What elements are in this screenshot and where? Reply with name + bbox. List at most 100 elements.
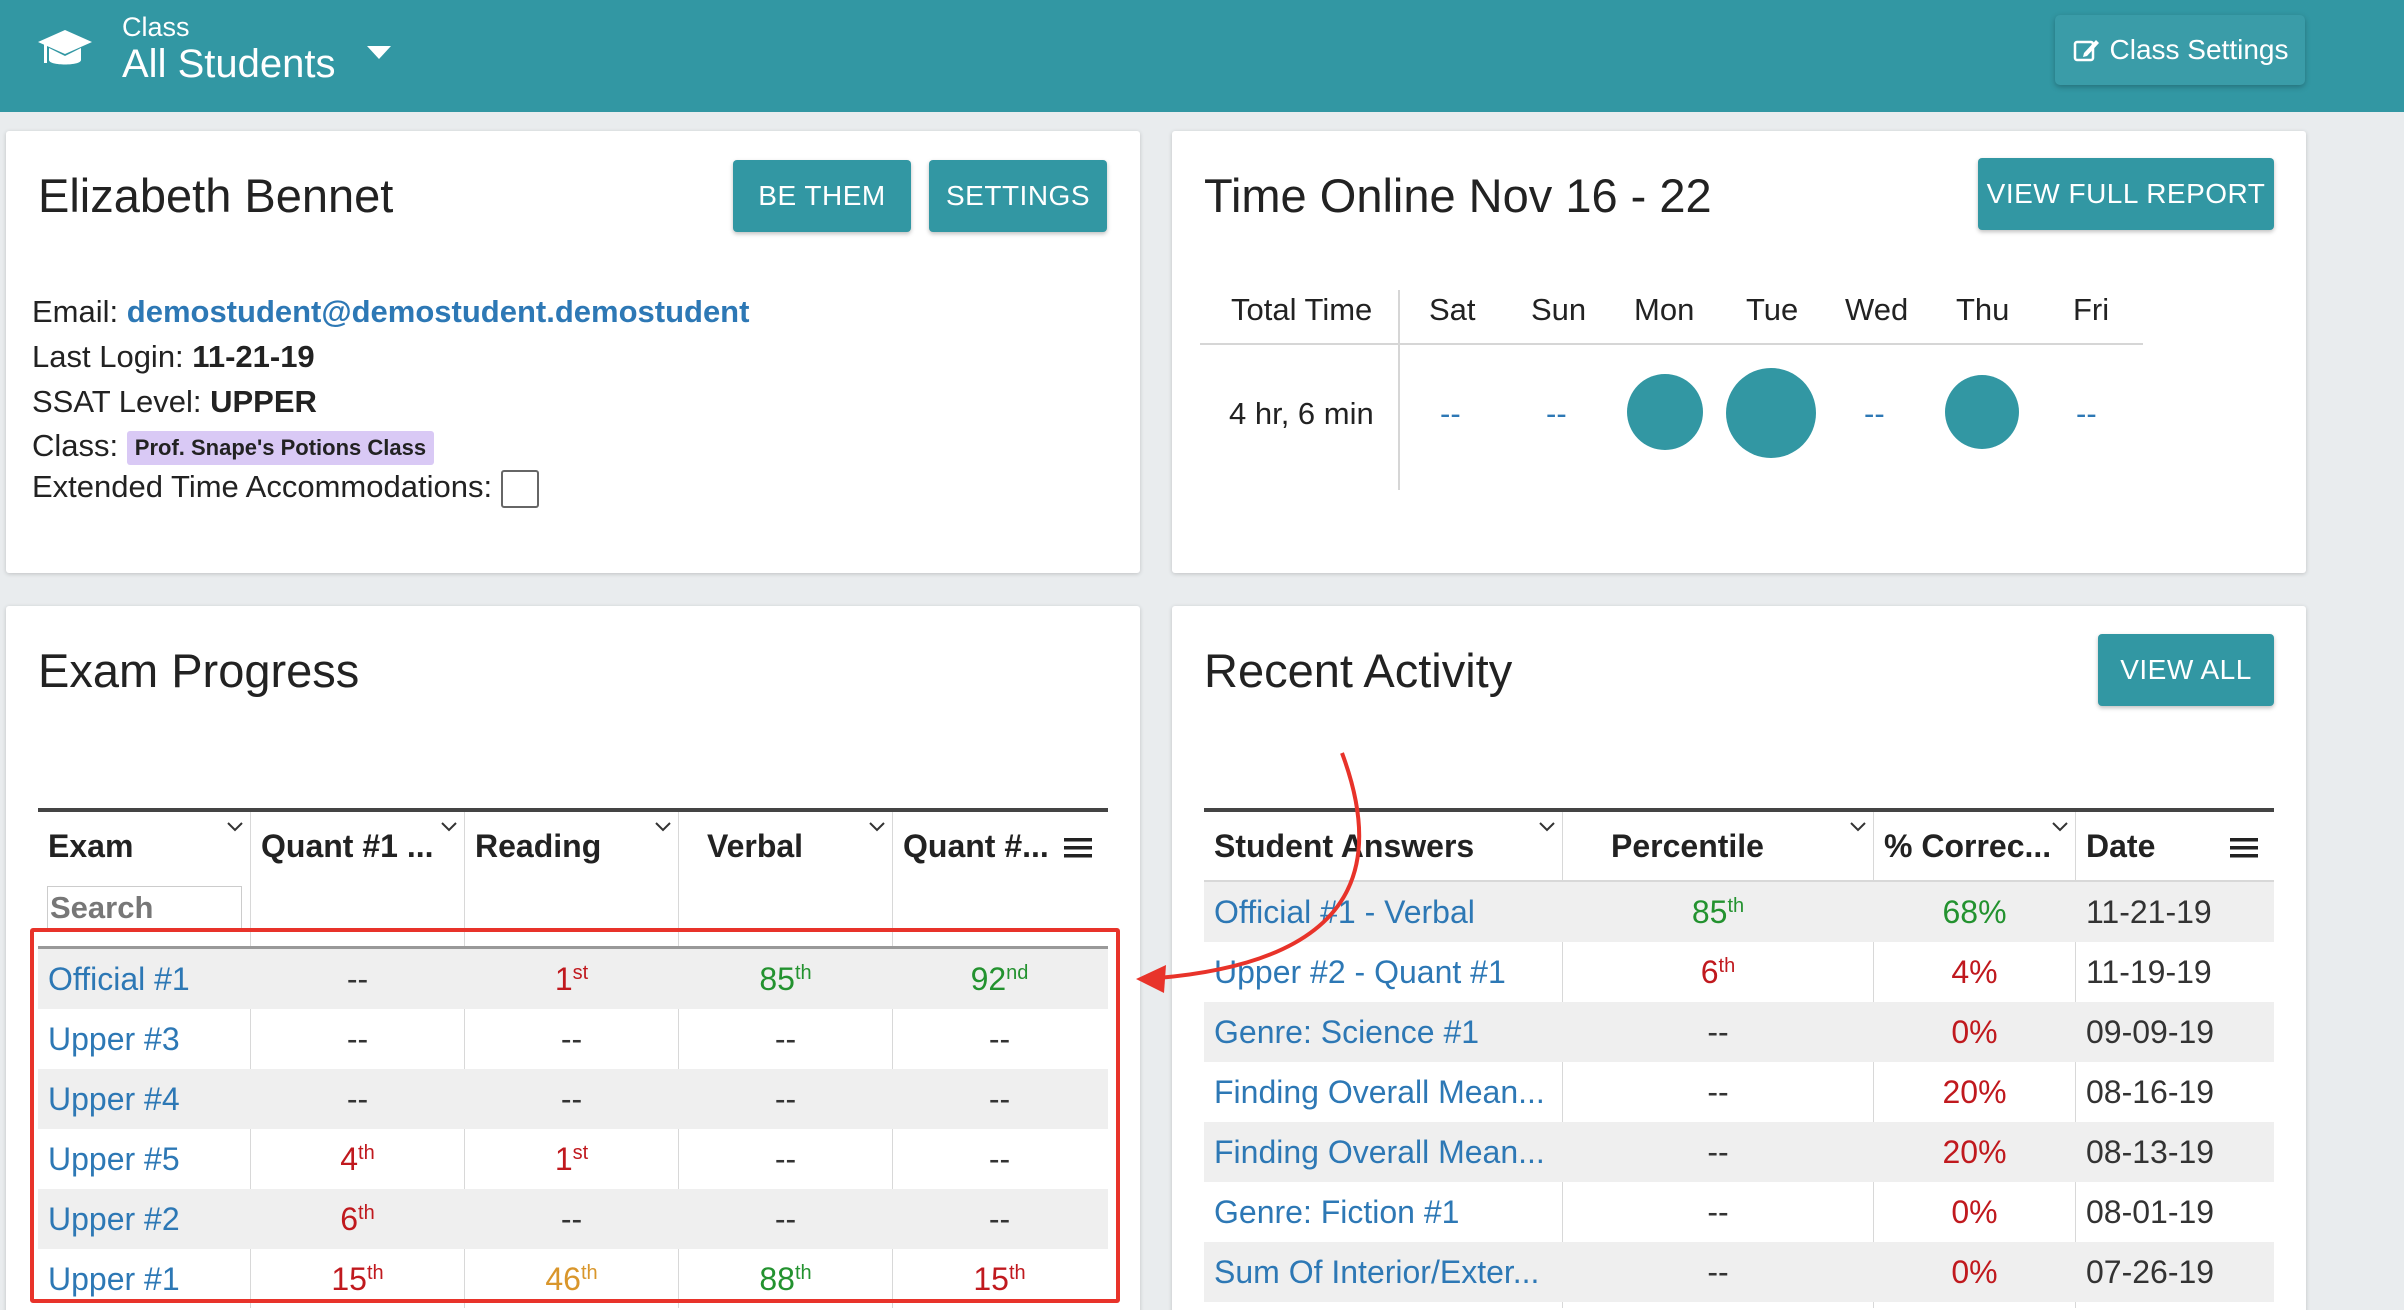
table-row[interactable]: Genre: Science #1 -- 0% 09-09-19 bbox=[1204, 1002, 2274, 1062]
exam-progress-table: Exam Quant #1 ... Reading Verbal Quant #… bbox=[38, 808, 1108, 1308]
table-row[interactable]: Finding Overall Mean... -- 20% 08-16-19 bbox=[1204, 1062, 2274, 1122]
day-value-wed: -- bbox=[1864, 396, 1885, 431]
menu-icon[interactable] bbox=[1064, 836, 1092, 860]
percentile-cell: 85th bbox=[759, 960, 812, 997]
percentile-cell: 6th bbox=[1700, 953, 1736, 990]
activity-name-link[interactable]: Genre: Fiction #1 bbox=[1204, 1182, 1562, 1242]
ssat-level-label: SSAT Level: bbox=[32, 384, 202, 419]
activity-name-link[interactable]: Genre: Science #1 bbox=[1204, 1002, 1562, 1062]
percentile-cell: -- bbox=[1707, 1193, 1729, 1230]
percentile-cell: -- bbox=[1707, 1073, 1729, 1110]
time-table-divider bbox=[1398, 290, 1400, 490]
chevron-down-icon[interactable] bbox=[2051, 820, 2069, 834]
exam-name-link[interactable]: Official #1 bbox=[38, 949, 250, 1009]
table-row[interactable]: Upper #1 15th 46th 88th 15th bbox=[38, 1249, 1108, 1309]
day-value-sun: -- bbox=[1546, 396, 1567, 431]
column-header-label: Date bbox=[2086, 827, 2156, 864]
class-label: Class bbox=[122, 12, 190, 42]
percentile-cell: 46th bbox=[545, 1260, 598, 1297]
be-them-button[interactable]: BE THEM bbox=[733, 160, 911, 232]
column-header-student-answers[interactable]: Student Answers bbox=[1204, 812, 1562, 880]
percentile-cell: 1st bbox=[554, 960, 589, 997]
chevron-down-icon[interactable] bbox=[440, 820, 458, 834]
activity-circle-mon[interactable] bbox=[1627, 374, 1703, 450]
activity-name-link[interactable]: Official #1 - Verbal bbox=[1204, 882, 1562, 942]
exam-name-link[interactable]: Upper #4 bbox=[38, 1069, 250, 1129]
student-settings-button[interactable]: SETTINGS bbox=[929, 160, 1107, 232]
activity-name-link[interactable]: Sum Of Interior/Exter... bbox=[1204, 1242, 1562, 1302]
percentile-cell: -- bbox=[560, 1020, 583, 1057]
percentile-cell: 92nd bbox=[970, 960, 1029, 997]
activity-name-link[interactable]: Upper #2 - Quant #1 bbox=[1204, 942, 1562, 1002]
table-row[interactable]: Upper #5 4th 1st -- -- bbox=[38, 1129, 1108, 1189]
percent-correct-cell: 68% bbox=[1942, 893, 2007, 930]
ssat-level-value: UPPER bbox=[210, 384, 317, 419]
extended-time-line: Extended Time Accommodations: bbox=[32, 469, 539, 508]
column-header-percent-correct[interactable]: % Correc... bbox=[1874, 812, 2075, 880]
table-row[interactable]: Official #1 - Verbal 85th 68% 11-21-19 bbox=[1204, 882, 2274, 942]
percent-correct-cell: 0% bbox=[1951, 1013, 1998, 1050]
email-link[interactable]: demostudent@demostudent.demostudent bbox=[127, 294, 750, 329]
table-row[interactable]: Upper #3 -- -- -- -- bbox=[38, 1009, 1108, 1069]
percentile-cell: 15th bbox=[331, 1260, 384, 1297]
total-time-value: 4 hr, 6 min bbox=[1229, 396, 1374, 431]
exam-name-link[interactable]: Upper #1 bbox=[38, 1249, 250, 1309]
caret-down-icon[interactable] bbox=[364, 42, 394, 64]
percentile-cell: -- bbox=[560, 1080, 583, 1117]
class-selector[interactable]: All Students bbox=[122, 42, 335, 87]
column-header-percentile[interactable]: Percentile bbox=[1563, 812, 1873, 880]
column-header-quant1[interactable]: Quant #1 ... bbox=[251, 812, 464, 880]
column-header-reading[interactable]: Reading bbox=[465, 812, 678, 880]
chevron-down-icon[interactable] bbox=[226, 820, 244, 834]
table-row[interactable]: Official #1 -- 1st 85th 92nd bbox=[38, 949, 1108, 1009]
column-header-label: Percentile bbox=[1611, 827, 1764, 864]
column-header-label: Quant #... bbox=[903, 827, 1049, 864]
total-time-header: Total Time bbox=[1231, 292, 1373, 327]
exam-search-input[interactable]: Search bbox=[47, 886, 242, 930]
activity-circle-thu[interactable] bbox=[1945, 375, 2019, 449]
percentile-cell: -- bbox=[1707, 1133, 1729, 1170]
percentile-cell: -- bbox=[560, 1200, 583, 1237]
top-bar: Class All Students Class Settings bbox=[0, 0, 2404, 112]
class-settings-button[interactable]: Class Settings bbox=[2055, 15, 2305, 85]
percentile-cell: 15th bbox=[973, 1260, 1026, 1297]
table-row[interactable]: Upper #2 - Quant #1 6th 4% 11-19-19 bbox=[1204, 942, 2274, 1002]
view-full-report-button[interactable]: VIEW FULL REPORT bbox=[1978, 158, 2274, 230]
column-header-label: % Correc... bbox=[1884, 827, 2052, 864]
activity-circle-tue[interactable] bbox=[1726, 368, 1816, 458]
exam-name-link[interactable]: Upper #2 bbox=[38, 1189, 250, 1249]
table-row[interactable]: Genre: Fiction #1 -- 0% 08-01-19 bbox=[1204, 1182, 2274, 1242]
percentile-cell: -- bbox=[774, 1200, 797, 1237]
day-header: Mon bbox=[1634, 292, 1695, 327]
recent-activity-table: Student Answers Percentile % Correc... D… bbox=[1204, 808, 2274, 1308]
table-row[interactable]: Finding Overall Mean... -- 20% 08-13-19 bbox=[1204, 1122, 2274, 1182]
view-all-button[interactable]: VIEW ALL bbox=[2098, 634, 2274, 706]
column-header-label: Student Answers bbox=[1214, 827, 1475, 864]
time-online-title: Time Online Nov 16 - 22 bbox=[1204, 169, 1712, 222]
table-row[interactable]: Upper #4 -- -- -- -- bbox=[38, 1069, 1108, 1129]
day-header: Thu bbox=[1956, 292, 2010, 327]
chevron-down-icon[interactable] bbox=[868, 820, 886, 834]
exam-name-link[interactable]: Upper #3 bbox=[38, 1009, 250, 1069]
day-header: Sat bbox=[1429, 292, 1476, 327]
menu-icon[interactable] bbox=[2230, 836, 2258, 860]
activity-name-link[interactable]: Finding Overall Mean... bbox=[1204, 1062, 1562, 1122]
last-login-value: 11-21-19 bbox=[192, 339, 315, 374]
table-row[interactable]: Sum Of Interior/Exter... -- 0% 07-26-19 bbox=[1204, 1242, 2274, 1302]
class-badge: Prof. Snape's Potions Class bbox=[126, 430, 435, 465]
exam-name-link[interactable]: Upper #5 bbox=[38, 1129, 250, 1189]
chevron-down-icon[interactable] bbox=[1538, 820, 1556, 834]
column-header-label: Verbal bbox=[707, 827, 804, 864]
percentile-cell: 88th bbox=[759, 1260, 812, 1297]
date-cell: 11-19-19 bbox=[2086, 953, 2212, 990]
chevron-down-icon[interactable] bbox=[654, 820, 672, 834]
extended-time-checkbox[interactable] bbox=[500, 469, 539, 508]
recent-activity-title: Recent Activity bbox=[1204, 644, 1513, 697]
activity-name-link[interactable]: Finding Overall Mean... bbox=[1204, 1122, 1562, 1182]
table-row[interactable]: Upper #2 6th -- -- -- bbox=[38, 1189, 1108, 1249]
percentile-cell: -- bbox=[346, 1020, 369, 1057]
column-header-verbal[interactable]: Verbal bbox=[679, 812, 892, 880]
column-header-exam[interactable]: Exam bbox=[38, 812, 250, 880]
chevron-down-icon[interactable] bbox=[1849, 820, 1867, 834]
ssat-level-line: SSAT Level: UPPER bbox=[32, 384, 317, 420]
